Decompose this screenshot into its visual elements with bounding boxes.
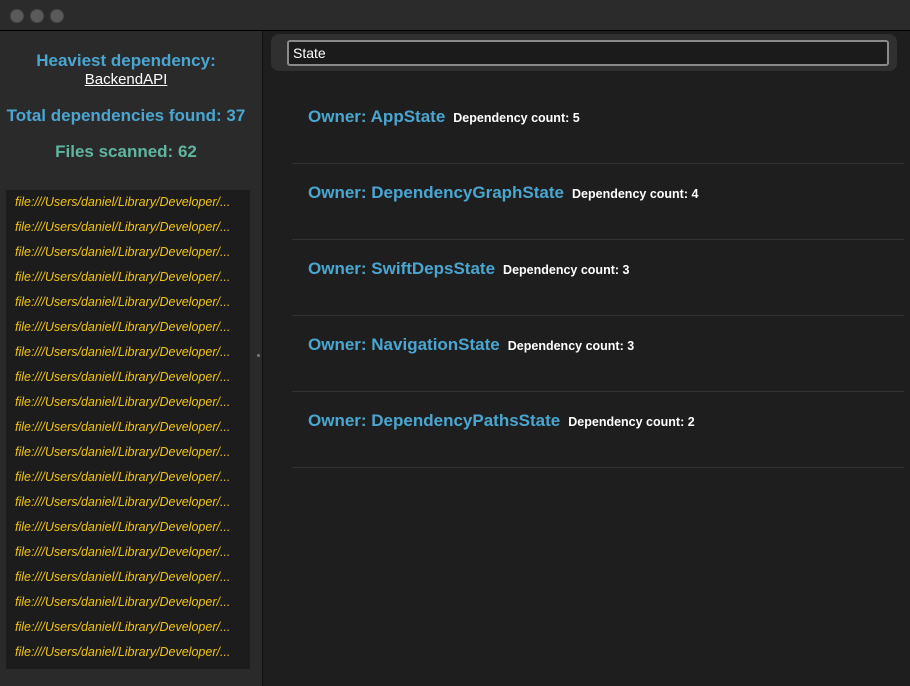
owner-row[interactable]: Owner: DependencyGraphState Dependency co… (292, 163, 904, 240)
split-handle-grip[interactable] (257, 354, 260, 357)
owner-row[interactable]: Owner: AppState Dependency count: 5 (292, 87, 904, 164)
dependency-count: Dependency count: 5 (453, 111, 580, 125)
owner-name: Owner: SwiftDepsState (308, 259, 496, 278)
search-input[interactable] (287, 40, 889, 66)
sidebar: Heaviest dependency: BackendAPI Total de… (0, 31, 262, 686)
dependency-count: Dependency count: 4 (572, 187, 699, 201)
file-list-item[interactable]: file:///Users/daniel/Library/Developer/.… (6, 390, 250, 415)
title-bar (0, 0, 910, 31)
owner-name: Owner: NavigationState (308, 335, 500, 354)
file-list-item[interactable]: file:///Users/daniel/Library/Developer/.… (6, 365, 250, 390)
file-list-item[interactable]: file:///Users/daniel/Library/Developer/.… (6, 215, 250, 240)
files-scanned: Files scanned: 62 (55, 142, 197, 161)
file-list-item[interactable]: file:///Users/daniel/Library/Developer/.… (6, 590, 250, 615)
file-list[interactable]: file:///Users/daniel/Library/Developer/.… (6, 190, 250, 669)
heaviest-dependency-link[interactable]: BackendAPI (0, 71, 252, 88)
owner-row[interactable]: Owner: SwiftDepsState Dependency count: 3 (292, 239, 904, 316)
owner-row[interactable]: Owner: DependencyPathsState Dependency co… (292, 391, 904, 468)
file-list-item[interactable]: file:///Users/daniel/Library/Developer/.… (6, 240, 250, 265)
file-list-item[interactable]: file:///Users/daniel/Library/Developer/.… (6, 490, 250, 515)
close-window-button[interactable] (10, 9, 24, 23)
file-list-item[interactable]: file:///Users/daniel/Library/Developer/.… (6, 540, 250, 565)
file-list-item[interactable]: file:///Users/daniel/Library/Developer/.… (6, 515, 250, 540)
owner-name: Owner: DependencyGraphState (308, 183, 565, 202)
file-list-item[interactable]: file:///Users/daniel/Library/Developer/.… (6, 640, 250, 665)
file-list-item[interactable]: file:///Users/daniel/Library/Developer/.… (6, 340, 250, 365)
owner-name: Owner: DependencyPathsState (308, 411, 561, 430)
owner-row[interactable]: Owner: NavigationState Dependency count: … (292, 315, 904, 392)
dependency-count: Dependency count: 3 (507, 339, 635, 353)
search-bar (271, 34, 897, 71)
file-list-item[interactable]: file:///Users/daniel/Library/Developer/.… (6, 290, 250, 315)
owner-list: Owner: AppState Dependency count: 5 Owner… (263, 87, 910, 686)
owner-name: Owner: AppState (308, 107, 446, 126)
file-list-item[interactable]: file:///Users/daniel/Library/Developer/.… (6, 315, 250, 340)
heaviest-dependency-label: Heaviest dependency: (36, 51, 216, 70)
dependency-count: Dependency count: 2 (568, 415, 695, 429)
file-list-item[interactable]: file:///Users/daniel/Library/Developer/.… (6, 265, 250, 290)
file-list-item[interactable]: file:///Users/daniel/Library/Developer/.… (6, 565, 250, 590)
minimize-window-button[interactable] (30, 9, 44, 23)
app-window: Heaviest dependency: BackendAPI Total de… (0, 0, 910, 686)
file-list-item[interactable]: file:///Users/daniel/Library/Developer/.… (6, 190, 250, 215)
file-list-item[interactable]: file:///Users/daniel/Library/Developer/.… (6, 615, 250, 640)
file-list-item[interactable]: file:///Users/daniel/Library/Developer/.… (6, 440, 250, 465)
file-list-item[interactable]: file:///Users/daniel/Library/Developer/.… (6, 415, 250, 440)
total-dependencies-found: Total dependencies found: 37 (6, 106, 246, 125)
file-list-item[interactable]: file:///Users/daniel/Library/Developer/.… (6, 465, 250, 490)
dependency-count: Dependency count: 3 (503, 263, 630, 277)
zoom-window-button[interactable] (50, 9, 64, 23)
